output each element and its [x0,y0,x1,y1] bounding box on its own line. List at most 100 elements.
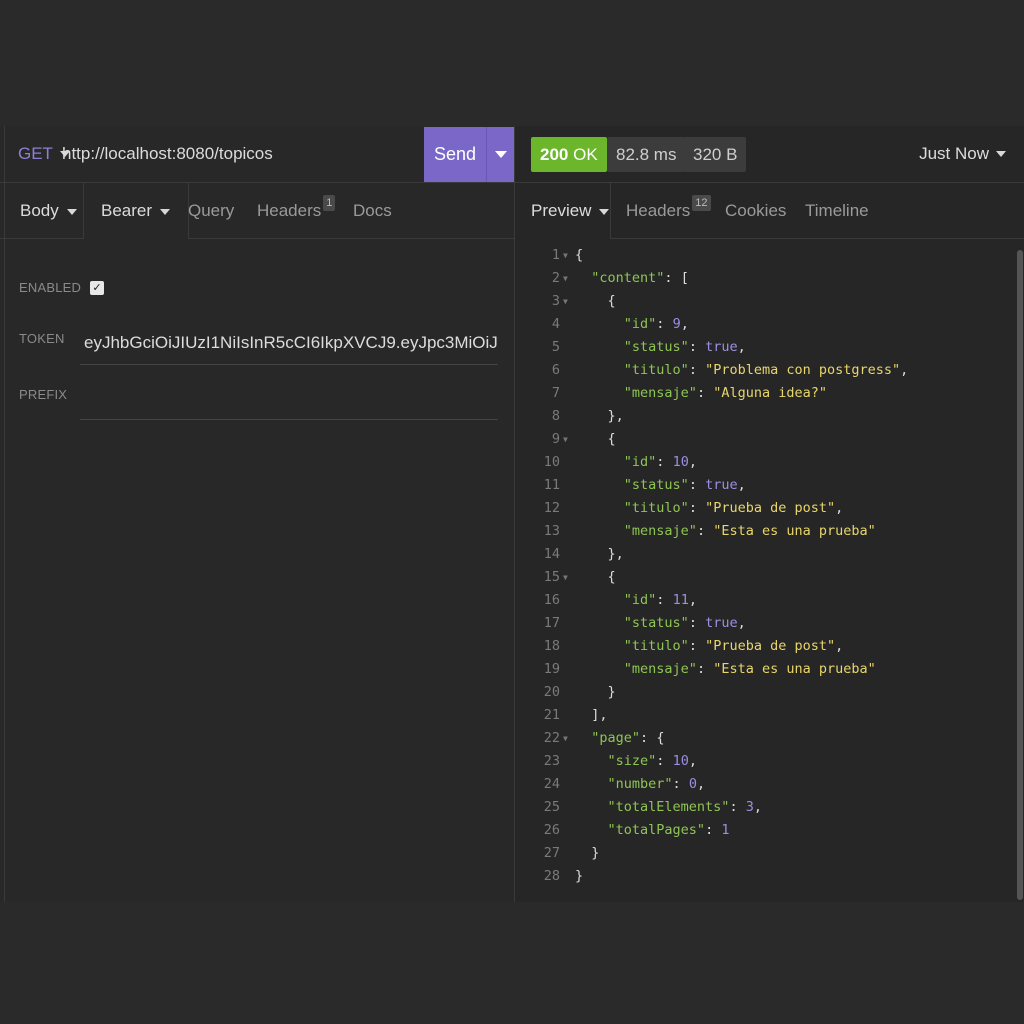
json-source: "titulo": "Prueba de post", [623,638,844,654]
fold-toggle-icon[interactable]: ▼ [563,244,568,267]
caret-down-icon [599,208,610,215]
fold-toggle-icon[interactable]: ▼ [563,267,568,290]
url-bar: GET http://localhost:8080/topicos Send [0,127,514,183]
line-number: 1 [551,247,560,263]
token-input[interactable]: eyJhbGciOiJIUzI1NiIsInR5cCI6IkpXVCJ9.eyJ… [80,326,498,365]
tab-label: Headers [257,201,322,220]
line-number: 11 [543,477,560,493]
request-pane: GET http://localhost:8080/topicos Send B… [0,126,514,902]
line-number: 7 [551,385,560,401]
line-number: 3 [551,293,560,309]
send-options-caret-icon[interactable] [495,151,507,158]
json-source: "id": 10, [623,454,697,470]
timestamp-label: Just Now [919,144,989,163]
tab-label: Body [20,201,59,220]
line-number: 16 [543,592,560,608]
line-number: 9 [551,431,560,447]
tab-headers[interactable]: Headers 1 [257,183,336,238]
tab-body[interactable]: Body [20,183,77,238]
pane-border [4,126,5,902]
response-time-badge: 82.8 ms [607,137,686,172]
line-number: 4 [551,316,560,332]
line-number: 12 [543,500,560,516]
json-source: "totalElements": 3, [607,799,762,815]
tab-label: Query [188,201,235,220]
fold-toggle-icon[interactable]: ▼ [563,290,568,313]
json-source: { [575,247,584,263]
json-source: "size": 10, [607,753,697,769]
line-number: 27 [543,845,560,861]
line-number: 15 [543,569,560,585]
json-source: "id": 11, [623,592,697,608]
enabled-label: ENABLED [19,280,82,295]
tab-auth[interactable]: Bearer [83,183,190,239]
tab-cookies[interactable]: Cookies [725,183,786,238]
json-source: }, [575,546,624,562]
json-source: "status": true, [623,339,746,355]
tab-label: Bearer [101,201,153,220]
json-source: "titulo": "Prueba de post", [623,500,844,516]
app-window: GET http://localhost:8080/topicos Send B… [0,126,1024,902]
tab-docs[interactable]: Docs [353,183,392,238]
caret-down-icon [66,208,77,215]
response-size-badge: 320 B [684,137,747,172]
fold-toggle-icon[interactable]: ▼ [563,428,568,451]
json-source: "totalPages": 1 [607,822,730,838]
prefix-input[interactable] [80,382,498,420]
request-tabs: Body Bearer Query Headers 1 Docs [0,183,514,239]
json-source: } [575,845,600,861]
json-source: "titulo": "Problema con postgress", [623,362,909,378]
tab-label: Docs [353,201,392,220]
url-input[interactable]: http://localhost:8080/topicos [62,144,273,164]
line-number: 23 [543,753,560,769]
json-source: { [607,431,616,447]
line-number: 21 [543,707,560,723]
line-number: 6 [551,362,560,378]
fold-toggle-icon[interactable]: ▼ [563,566,568,589]
token-label: TOKEN [19,331,65,346]
json-source: "number": 0, [607,776,706,792]
tab-response-headers[interactable]: Headers 12 [626,183,711,238]
response-pane: 200 OK 82.8 ms 320 B Just Now Preview He… [514,126,1024,902]
json-source: } [575,684,616,700]
json-source: { [607,569,616,585]
line-number: 13 [543,523,560,539]
line-number: 22 [543,730,560,746]
json-source: "mensaje": "Alguna idea?" [623,385,827,401]
divider [486,127,487,182]
json-source: }, [575,408,624,424]
tab-label: Timeline [805,201,869,220]
tab-query[interactable]: Query [188,183,234,238]
line-number: 18 [543,638,560,654]
headers-count-badge: 1 [323,195,336,211]
json-source: "id": 9, [623,316,689,332]
fold-toggle-icon[interactable]: ▼ [563,727,568,750]
line-number: 28 [543,868,560,884]
send-button-group: Send [424,127,514,182]
response-status-bar: 200 OK 82.8 ms 320 B Just Now [515,127,1024,183]
json-source: "content": [ [591,270,689,286]
send-button[interactable]: Send [424,127,486,182]
line-number: 20 [543,684,560,700]
tab-label: Preview [531,201,592,220]
enabled-checkbox[interactable]: ✓ [90,281,104,295]
status-text: OK [573,145,598,164]
status-badge: 200 OK [531,137,607,172]
json-source: ], [575,707,608,723]
tab-preview[interactable]: Preview [531,183,610,238]
tab-label: Cookies [725,201,787,220]
caret-down-icon [160,208,171,215]
headers-count-badge: 12 [692,195,711,211]
json-source: } [575,868,584,884]
line-number: 17 [543,615,560,631]
history-dropdown[interactable]: Just Now [919,144,1006,164]
method-label: GET [18,144,53,163]
json-source: "status": true, [623,477,746,493]
tab-timeline[interactable]: Timeline [805,183,869,238]
json-source: "status": true, [623,615,746,631]
line-number: 26 [543,822,560,838]
line-number: 8 [551,408,560,424]
scrollbar[interactable] [1017,250,1023,900]
line-number: 2 [551,270,560,286]
response-tabs: Preview Headers 12 Cookies Timeline [515,183,1024,239]
